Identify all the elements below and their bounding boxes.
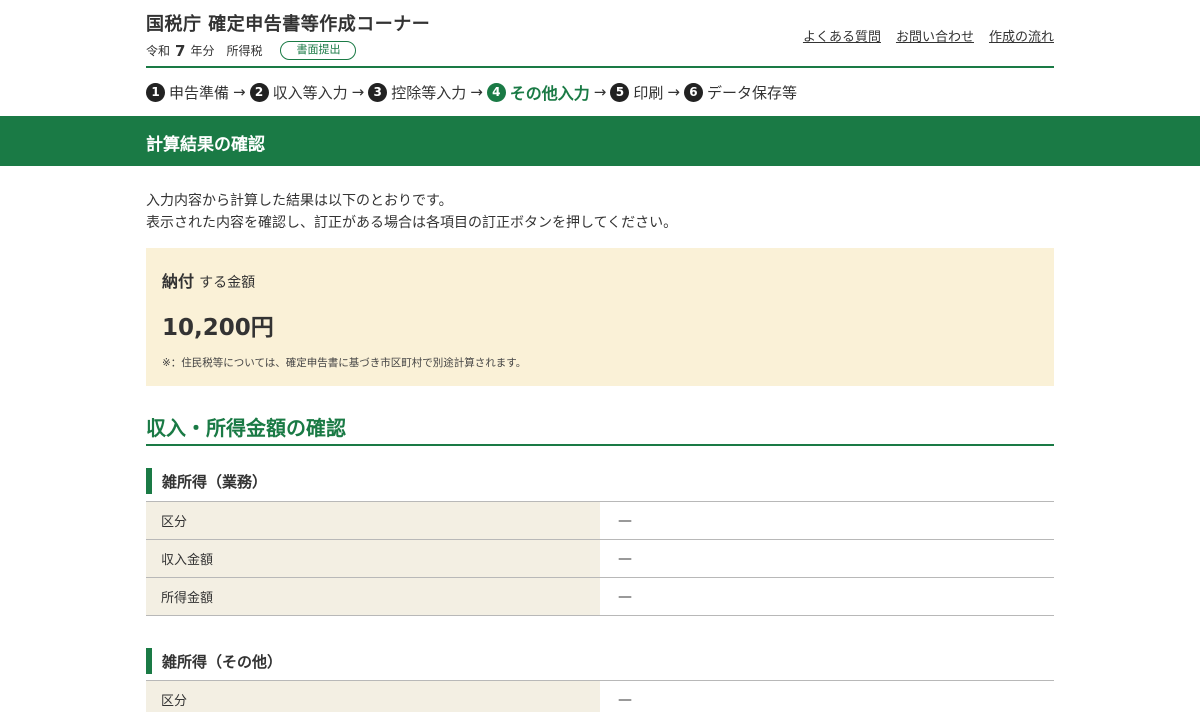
site-header: 国税庁 確定申告書等作成コーナー 令和 7 年分 所得税 書面提出 よくある質問…: [146, 8, 1054, 68]
step-label: 収入等入力: [272, 83, 348, 102]
subsection-title: 雑所得（業務）: [162, 472, 268, 491]
step-6: 6 データ保存等: [683, 82, 797, 103]
workflow-link[interactable]: 作成の流れ: [989, 26, 1054, 45]
subsection-heading-business: 雑所得（業務）: [146, 468, 267, 494]
arrow-right-icon: →: [593, 83, 607, 101]
step-label: 印刷: [633, 83, 664, 102]
table-row: 区分 —: [146, 681, 1054, 712]
arrow-right-icon: →: [351, 83, 365, 101]
step-label: その他入力: [509, 84, 590, 103]
era-label: 令和: [146, 44, 171, 58]
subsection-title: 雑所得（その他）: [162, 652, 283, 671]
step-1: 1 申告準備: [146, 82, 229, 103]
site-title: 国税庁 確定申告書等作成コーナー: [146, 14, 431, 35]
step-label: 申告準備: [169, 83, 230, 102]
submission-method-badge: 書面提出: [280, 41, 357, 60]
row-label: 区分: [146, 681, 600, 712]
step-5: 5 印刷: [610, 82, 663, 103]
misc-income-other-table: 区分 —: [146, 680, 1054, 712]
step-4-current: 4 その他入力: [486, 80, 590, 104]
step-3: 3 控除等入力: [368, 82, 466, 103]
arrow-right-icon: →: [667, 83, 680, 101]
year-unit: 年分: [190, 44, 215, 58]
arrow-right-icon: →: [470, 83, 483, 101]
income-section-heading: 収入・所得金額の確認: [146, 412, 1054, 446]
step-number-icon: 1: [146, 82, 165, 102]
step-number-icon: 4: [486, 82, 506, 102]
step-number-icon: 5: [610, 82, 630, 102]
step-label: 控除等入力: [391, 83, 467, 102]
heading-accent-bar: [146, 468, 152, 494]
payment-amount-box: 納付 する金額 10,200円 ※：住民税等については、確定申告書に基づき市区町…: [146, 248, 1054, 386]
faq-link[interactable]: よくある質問: [803, 26, 881, 45]
payment-label-strong: 納付: [162, 272, 195, 291]
intro-line-2: 表示された内容を確認し、訂正がある場合は各項目の訂正ボタンを押してください。: [146, 215, 678, 231]
table-row: 区分 —: [146, 502, 1054, 540]
section-title: 収入・所得金額の確認: [146, 416, 346, 440]
row-value: —: [618, 550, 632, 567]
row-value: —: [618, 691, 632, 708]
step-number-icon: 3: [368, 82, 388, 102]
page-title-banner: 計算結果の確認: [0, 116, 1200, 166]
table-row: 収入金額 —: [146, 540, 1054, 578]
progress-steps: 1 申告準備 → 2 収入等入力 → 3 控除等入力 → 4 その他入力 → 5 印刷 →…: [146, 80, 797, 104]
row-value: —: [618, 588, 632, 605]
tax-year-info: 令和 7 年分 所得税 書面提出: [146, 41, 357, 60]
step-label: データ保存等: [706, 83, 797, 102]
row-label: 区分: [146, 502, 600, 539]
step-2: 2 収入等入力: [249, 82, 348, 103]
step-number-icon: 6: [683, 82, 703, 102]
misc-income-business-table: 区分 — 収入金額 — 所得金額 —: [146, 501, 1054, 616]
row-label: 収入金額: [146, 540, 600, 577]
page: 国税庁 確定申告書等作成コーナー 令和 7 年分 所得税 書面提出 よくある質問…: [0, 0, 1200, 712]
heading-accent-bar: [146, 648, 152, 674]
step-number-icon: 2: [249, 82, 269, 102]
tax-year: 7: [175, 41, 186, 60]
row-value: —: [618, 512, 632, 529]
header-links: よくある質問 お問い合わせ 作成の流れ: [803, 26, 1054, 45]
intro-line-1: 入力内容から計算した結果は以下のとおりです。: [146, 193, 453, 209]
payment-label-rest: する金額: [199, 275, 256, 291]
payment-note: ※：住民税等については、確定申告書に基づき市区町村で別途計算されます。: [162, 357, 527, 369]
contact-link[interactable]: お問い合わせ: [896, 26, 974, 45]
page-title: 計算結果の確認: [146, 135, 265, 155]
payment-amount: 10,200円: [162, 315, 274, 341]
subsection-heading-other: 雑所得（その他）: [146, 648, 282, 674]
table-row: 所得金額 —: [146, 578, 1054, 616]
arrow-right-icon: →: [233, 83, 246, 101]
payment-label: 納付 する金額: [162, 268, 255, 292]
row-label: 所得金額: [146, 578, 600, 615]
intro-text: 入力内容から計算した結果は以下のとおりです。 表示された内容を確認し、訂正がある…: [146, 190, 677, 234]
tax-type: 所得税: [226, 44, 263, 58]
